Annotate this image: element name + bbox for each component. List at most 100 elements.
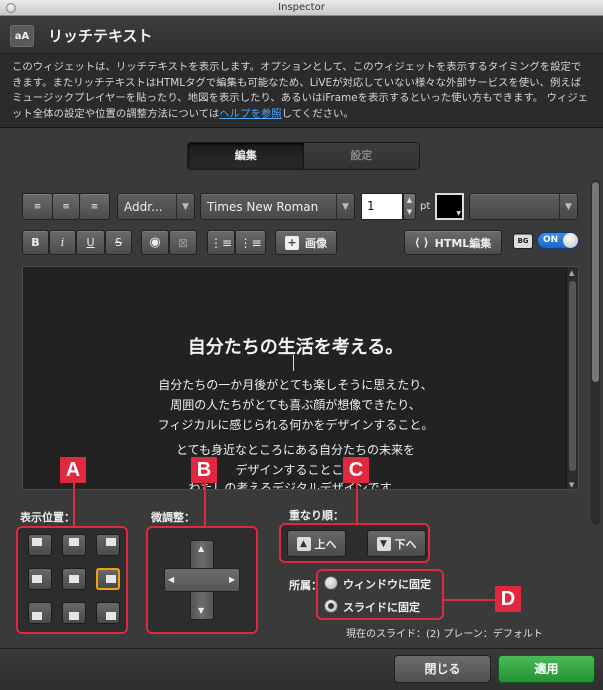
font-size-input[interactable]: 1 bbox=[361, 193, 403, 220]
nudge-down-icon[interactable]: ▼ bbox=[198, 606, 204, 615]
bullet-list-button[interactable]: ⋮≡ bbox=[207, 230, 235, 255]
align-center-icon: ≡ bbox=[62, 201, 70, 212]
layer-up-icon: ▲ bbox=[296, 536, 311, 551]
html-edit-button[interactable]: ⟨ ⟩ HTML編集 bbox=[404, 230, 502, 255]
text-color-well[interactable]: ▼ bbox=[435, 193, 464, 220]
font-family-value: Times New Roman bbox=[207, 200, 319, 214]
underline-button[interactable]: U bbox=[76, 230, 105, 255]
align-left-icon: ≡ bbox=[33, 201, 42, 212]
add-image-icon: + bbox=[285, 235, 299, 250]
bring-forward-label: 上へ bbox=[314, 537, 337, 551]
position-bottom-right[interactable] bbox=[96, 602, 120, 624]
editor-scrollbar[interactable]: ▲ ▼ bbox=[566, 267, 578, 489]
badge-b-connector bbox=[204, 480, 206, 528]
toggle-knob bbox=[563, 233, 578, 248]
panel-title: リッチテキスト bbox=[48, 27, 153, 45]
editor-line: とても身近なところにある自分たちの未来を bbox=[175, 443, 416, 457]
radio-slide-fixed-label[interactable]: スライドに固定 bbox=[343, 599, 420, 615]
insert-image-button[interactable]: + 画像 bbox=[275, 230, 337, 255]
radio-window-fixed[interactable] bbox=[324, 576, 338, 590]
help-link[interactable]: ヘルプを参照 bbox=[219, 108, 281, 120]
callout-badge-d: D bbox=[495, 586, 521, 612]
send-backward-button[interactable]: ▼ 下へ bbox=[367, 530, 426, 557]
scroll-down-icon[interactable]: ▼ bbox=[569, 481, 574, 489]
font-size-stepper[interactable]: ▲ ▼ bbox=[403, 193, 416, 220]
position-middle-left[interactable] bbox=[28, 568, 52, 590]
callout-badge-b: B bbox=[191, 457, 217, 483]
bg-label: BG bbox=[513, 233, 533, 249]
tab-edit[interactable]: 編集 bbox=[188, 143, 304, 169]
editor-line: デザインすることこそ bbox=[235, 463, 356, 477]
bold-button[interactable]: B bbox=[22, 230, 49, 255]
editor-line: 自分たちの一か月後がとても楽しそうに思えたり、 bbox=[158, 378, 433, 392]
editor-line: フィジカルに感じられる何かをデザインすること。 bbox=[157, 418, 434, 432]
globe-icon: ◉ bbox=[149, 235, 161, 250]
nudge-pad-container: ▲ ▼ ◀ ▶ bbox=[146, 526, 258, 634]
panel-scrollbar[interactable] bbox=[591, 180, 600, 525]
font-size-unit: pt bbox=[420, 201, 431, 212]
inspector-content: 編集 設定 ≡ ≡ ≡ Addr... ▼ Times New Roman ▼ … bbox=[0, 128, 603, 648]
send-backward-label: 下へ bbox=[394, 537, 417, 551]
align-center-button[interactable]: ≡ bbox=[52, 193, 80, 220]
align-left-button[interactable]: ≡ bbox=[22, 193, 53, 220]
chevron-down-icon: ▼ bbox=[336, 194, 354, 220]
radio-slide-fixed[interactable] bbox=[324, 599, 338, 613]
link-button[interactable]: ◉ bbox=[141, 230, 169, 255]
extra-style-select[interactable]: ▼ bbox=[469, 193, 578, 220]
position-top-center[interactable] bbox=[62, 534, 86, 556]
badge-d-connector bbox=[444, 599, 496, 601]
position-label: 表示位置： bbox=[20, 511, 75, 524]
insert-image-label: 画像 bbox=[305, 236, 327, 250]
close-button[interactable]: 閉じる bbox=[394, 655, 491, 683]
radio-window-fixed-label[interactable]: ウィンドウに固定 bbox=[343, 576, 431, 592]
html-edit-label: HTML編集 bbox=[434, 236, 492, 250]
scroll-up-icon[interactable]: ▲ bbox=[569, 269, 574, 277]
align-right-button[interactable]: ≡ bbox=[79, 193, 110, 220]
nudge-right-icon[interactable]: ▶ bbox=[229, 575, 235, 584]
text-cursor bbox=[293, 355, 294, 371]
editor-scroll-thumb[interactable] bbox=[569, 281, 576, 471]
paragraph-style-select[interactable]: Addr... ▼ bbox=[117, 193, 195, 220]
apply-button[interactable]: 適用 bbox=[498, 655, 595, 683]
panel-scroll-thumb[interactable] bbox=[592, 182, 599, 382]
description-text-end: してください。 bbox=[281, 107, 354, 120]
stack-order-group: ▲ 上へ ▼ 下へ bbox=[279, 523, 430, 563]
window-title: Inspector bbox=[278, 2, 325, 13]
badge-c-connector bbox=[356, 480, 358, 525]
editor-line: わたしの考えるデジタルデザインです。 bbox=[188, 481, 403, 490]
position-bottom-center[interactable] bbox=[62, 602, 86, 624]
tab-settings[interactable]: 設定 bbox=[303, 143, 419, 169]
position-top-right[interactable] bbox=[96, 534, 120, 556]
position-bottom-left[interactable] bbox=[28, 602, 52, 624]
editor-content[interactable]: 自分たちの生活を考える。 自分たちの一か月後がとても楽しそうに思えたり、 周囲の… bbox=[23, 267, 568, 490]
numbered-list-icon: ⋮≡ bbox=[239, 235, 262, 250]
numbered-list-button[interactable]: ⋮≡ bbox=[235, 230, 266, 255]
order-label: 重なり順： bbox=[289, 509, 344, 522]
nudge-left-icon[interactable]: ◀ bbox=[168, 575, 174, 584]
rich-text-icon: aA bbox=[10, 25, 34, 47]
nudge-up-icon[interactable]: ▲ bbox=[198, 544, 204, 553]
rich-text-editor[interactable]: 自分たちの生活を考える。 自分たちの一か月後がとても楽しそうに思えたり、 周囲の… bbox=[22, 266, 579, 490]
position-top-left[interactable] bbox=[28, 534, 52, 556]
editor-line: 周囲の人たちがとても喜ぶ顔が想像できたり、 bbox=[170, 398, 421, 412]
bullet-list-icon: ⋮≡ bbox=[209, 235, 233, 250]
font-family-select[interactable]: Times New Roman ▼ bbox=[200, 193, 355, 220]
align-right-icon: ≡ bbox=[90, 201, 99, 212]
unlink-button[interactable]: ⊠ bbox=[169, 230, 197, 255]
paragraph-style-value: Addr... bbox=[124, 200, 163, 214]
layer-down-icon: ▼ bbox=[376, 536, 391, 551]
italic-button[interactable]: i bbox=[49, 230, 76, 255]
chevron-down-icon: ▼ bbox=[456, 210, 461, 217]
callout-badge-c: C bbox=[343, 457, 369, 483]
position-middle-right[interactable] bbox=[96, 568, 120, 590]
current-slide-info: 現在のスライド：(2) プレーン：デフォルト bbox=[346, 629, 543, 640]
strikethrough-button[interactable]: S bbox=[105, 230, 132, 255]
bg-toggle[interactable]: ON bbox=[537, 232, 579, 249]
bring-forward-button[interactable]: ▲ 上へ bbox=[287, 530, 346, 557]
code-icon: ⟨ ⟩ bbox=[414, 236, 429, 249]
close-window-icon[interactable] bbox=[6, 3, 16, 13]
editor-heading: 自分たちの生活を考える。 bbox=[187, 337, 404, 358]
position-middle-center[interactable] bbox=[62, 568, 86, 590]
nudge-dpad: ▲ ▼ ◀ ▶ bbox=[164, 540, 240, 620]
inspector-header: aA リッチテキスト bbox=[0, 16, 603, 54]
